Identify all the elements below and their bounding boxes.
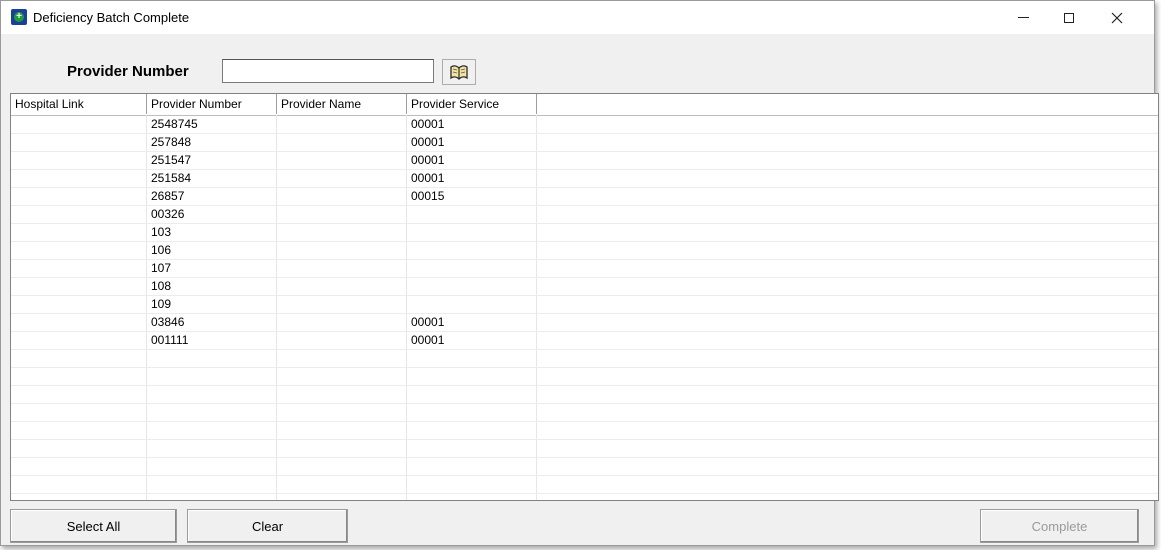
empty-row[interactable] [11, 458, 1158, 476]
cell-provider-service[interactable] [407, 242, 537, 259]
cell-provider-name[interactable] [277, 224, 407, 241]
cell-provider-number[interactable]: 107 [147, 260, 277, 277]
cell-provider-number[interactable]: 103 [147, 224, 277, 241]
cell-provider-service[interactable] [407, 278, 537, 295]
cell-hospital-link[interactable] [11, 224, 147, 241]
table-row[interactable]: 251584 00001 [11, 170, 1158, 188]
cell-provider-number[interactable]: 2548745 [147, 116, 277, 133]
cell-provider-name[interactable] [277, 242, 407, 259]
cell-provider-number[interactable]: 00326 [147, 206, 277, 223]
cell-hospital-link[interactable] [11, 242, 147, 259]
deficiency-batch-window: + Deficiency Batch Complete Provider Num… [0, 0, 1159, 546]
cell-provider-name[interactable] [277, 260, 407, 277]
cell-provider-service[interactable] [407, 224, 537, 241]
minimize-icon [1017, 17, 1029, 18]
app-plus-icon: + [11, 9, 27, 25]
cell-provider-service[interactable]: 00001 [407, 152, 537, 169]
window-title: Deficiency Batch Complete [33, 10, 190, 25]
table-row[interactable]: 2548745 00001 [11, 116, 1158, 134]
cell-provider-name[interactable] [277, 134, 407, 151]
cell-hospital-link[interactable] [11, 206, 147, 223]
cell-provider-name[interactable] [277, 170, 407, 187]
cell-provider-service[interactable] [407, 260, 537, 277]
cell-provider-name[interactable] [277, 188, 407, 205]
clear-button[interactable]: Clear [187, 509, 348, 543]
minimize-button[interactable] [1000, 1, 1046, 34]
cell-provider-service[interactable]: 00001 [407, 314, 537, 331]
cell-hospital-link[interactable] [11, 332, 147, 349]
table-row[interactable]: 26857 00015 [11, 188, 1158, 206]
cell-provider-name[interactable] [277, 296, 407, 313]
cell-provider-name[interactable] [277, 116, 407, 133]
maximize-button[interactable] [1046, 1, 1092, 34]
table-row[interactable]: 106 [11, 242, 1158, 260]
cell-provider-number[interactable]: 001111 [147, 332, 277, 349]
empty-row[interactable] [11, 404, 1158, 422]
cell-provider-number[interactable]: 257848 [147, 134, 277, 151]
cell-hospital-link[interactable] [11, 134, 147, 151]
provider-lookup-button[interactable] [442, 59, 476, 85]
empty-row[interactable] [11, 422, 1158, 440]
complete-button[interactable]: Complete [980, 509, 1139, 543]
cell-provider-service[interactable]: 00015 [407, 188, 537, 205]
maximize-icon [1064, 12, 1074, 23]
cell-provider-name[interactable] [277, 278, 407, 295]
cell-hospital-link[interactable] [11, 296, 147, 313]
cell-provider-service[interactable] [407, 206, 537, 223]
table-row[interactable]: 107 [11, 260, 1158, 278]
empty-row[interactable] [11, 476, 1158, 494]
cell-hospital-link[interactable] [11, 152, 147, 169]
cell-provider-number[interactable]: 109 [147, 296, 277, 313]
column-provider-service[interactable]: Provider Service [407, 94, 537, 114]
empty-row[interactable] [11, 386, 1158, 404]
table-row[interactable]: 257848 00001 [11, 134, 1158, 152]
table-row[interactable]: 108 [11, 278, 1158, 296]
cell-hospital-link[interactable] [11, 116, 147, 133]
cell-provider-service[interactable]: 00001 [407, 332, 537, 349]
column-hospital-link[interactable]: Hospital Link [11, 94, 147, 114]
table-row[interactable]: 03846 00001 [11, 314, 1158, 332]
table-row[interactable]: 251547 00001 [11, 152, 1158, 170]
title-bar[interactable]: + Deficiency Batch Complete [1, 1, 1154, 34]
cell-provider-number[interactable]: 251584 [147, 170, 277, 187]
column-provider-number[interactable]: Provider Number [147, 94, 277, 114]
cell-provider-service[interactable]: 00001 [407, 170, 537, 187]
cell-hospital-link[interactable] [11, 278, 147, 295]
grid-header: Hospital Link Provider Number Provider N… [11, 94, 1158, 116]
table-row[interactable]: 109 [11, 296, 1158, 314]
cell-provider-number[interactable]: 26857 [147, 188, 277, 205]
cell-provider-number[interactable]: 106 [147, 242, 277, 259]
cell-provider-name[interactable] [277, 314, 407, 331]
empty-row[interactable] [11, 368, 1158, 386]
empty-row[interactable] [11, 350, 1158, 368]
close-button[interactable] [1094, 1, 1140, 34]
cell-provider-service[interactable] [407, 296, 537, 313]
cell-hospital-link[interactable] [11, 170, 147, 187]
cell-provider-number[interactable]: 251547 [147, 152, 277, 169]
cell-provider-name[interactable] [277, 332, 407, 349]
cell-hospital-link[interactable] [11, 314, 147, 331]
table-row[interactable]: 001111 00001 [11, 332, 1158, 350]
cell-provider-number[interactable]: 03846 [147, 314, 277, 331]
cell-provider-name[interactable] [277, 206, 407, 223]
cell-provider-service[interactable]: 00001 [407, 116, 537, 133]
book-icon [450, 65, 468, 80]
column-provider-name[interactable]: Provider Name [277, 94, 407, 114]
cell-hospital-link[interactable] [11, 188, 147, 205]
cell-provider-number[interactable]: 108 [147, 278, 277, 295]
provider-grid[interactable]: Hospital Link Provider Number Provider N… [10, 93, 1159, 501]
cell-provider-service[interactable]: 00001 [407, 134, 537, 151]
table-row[interactable]: 103 [11, 224, 1158, 242]
select-all-button[interactable]: Select All [10, 509, 177, 543]
cell-provider-name[interactable] [277, 152, 407, 169]
provider-number-label: Provider Number [67, 63, 189, 80]
table-row[interactable]: 00326 [11, 206, 1158, 224]
cell-hospital-link[interactable] [11, 260, 147, 277]
grid-rows: 2548745 00001 257848 00001 251547 00001 251584… [11, 116, 1158, 494]
provider-number-input[interactable] [222, 59, 434, 83]
close-icon [1111, 12, 1123, 23]
empty-row[interactable] [11, 440, 1158, 458]
